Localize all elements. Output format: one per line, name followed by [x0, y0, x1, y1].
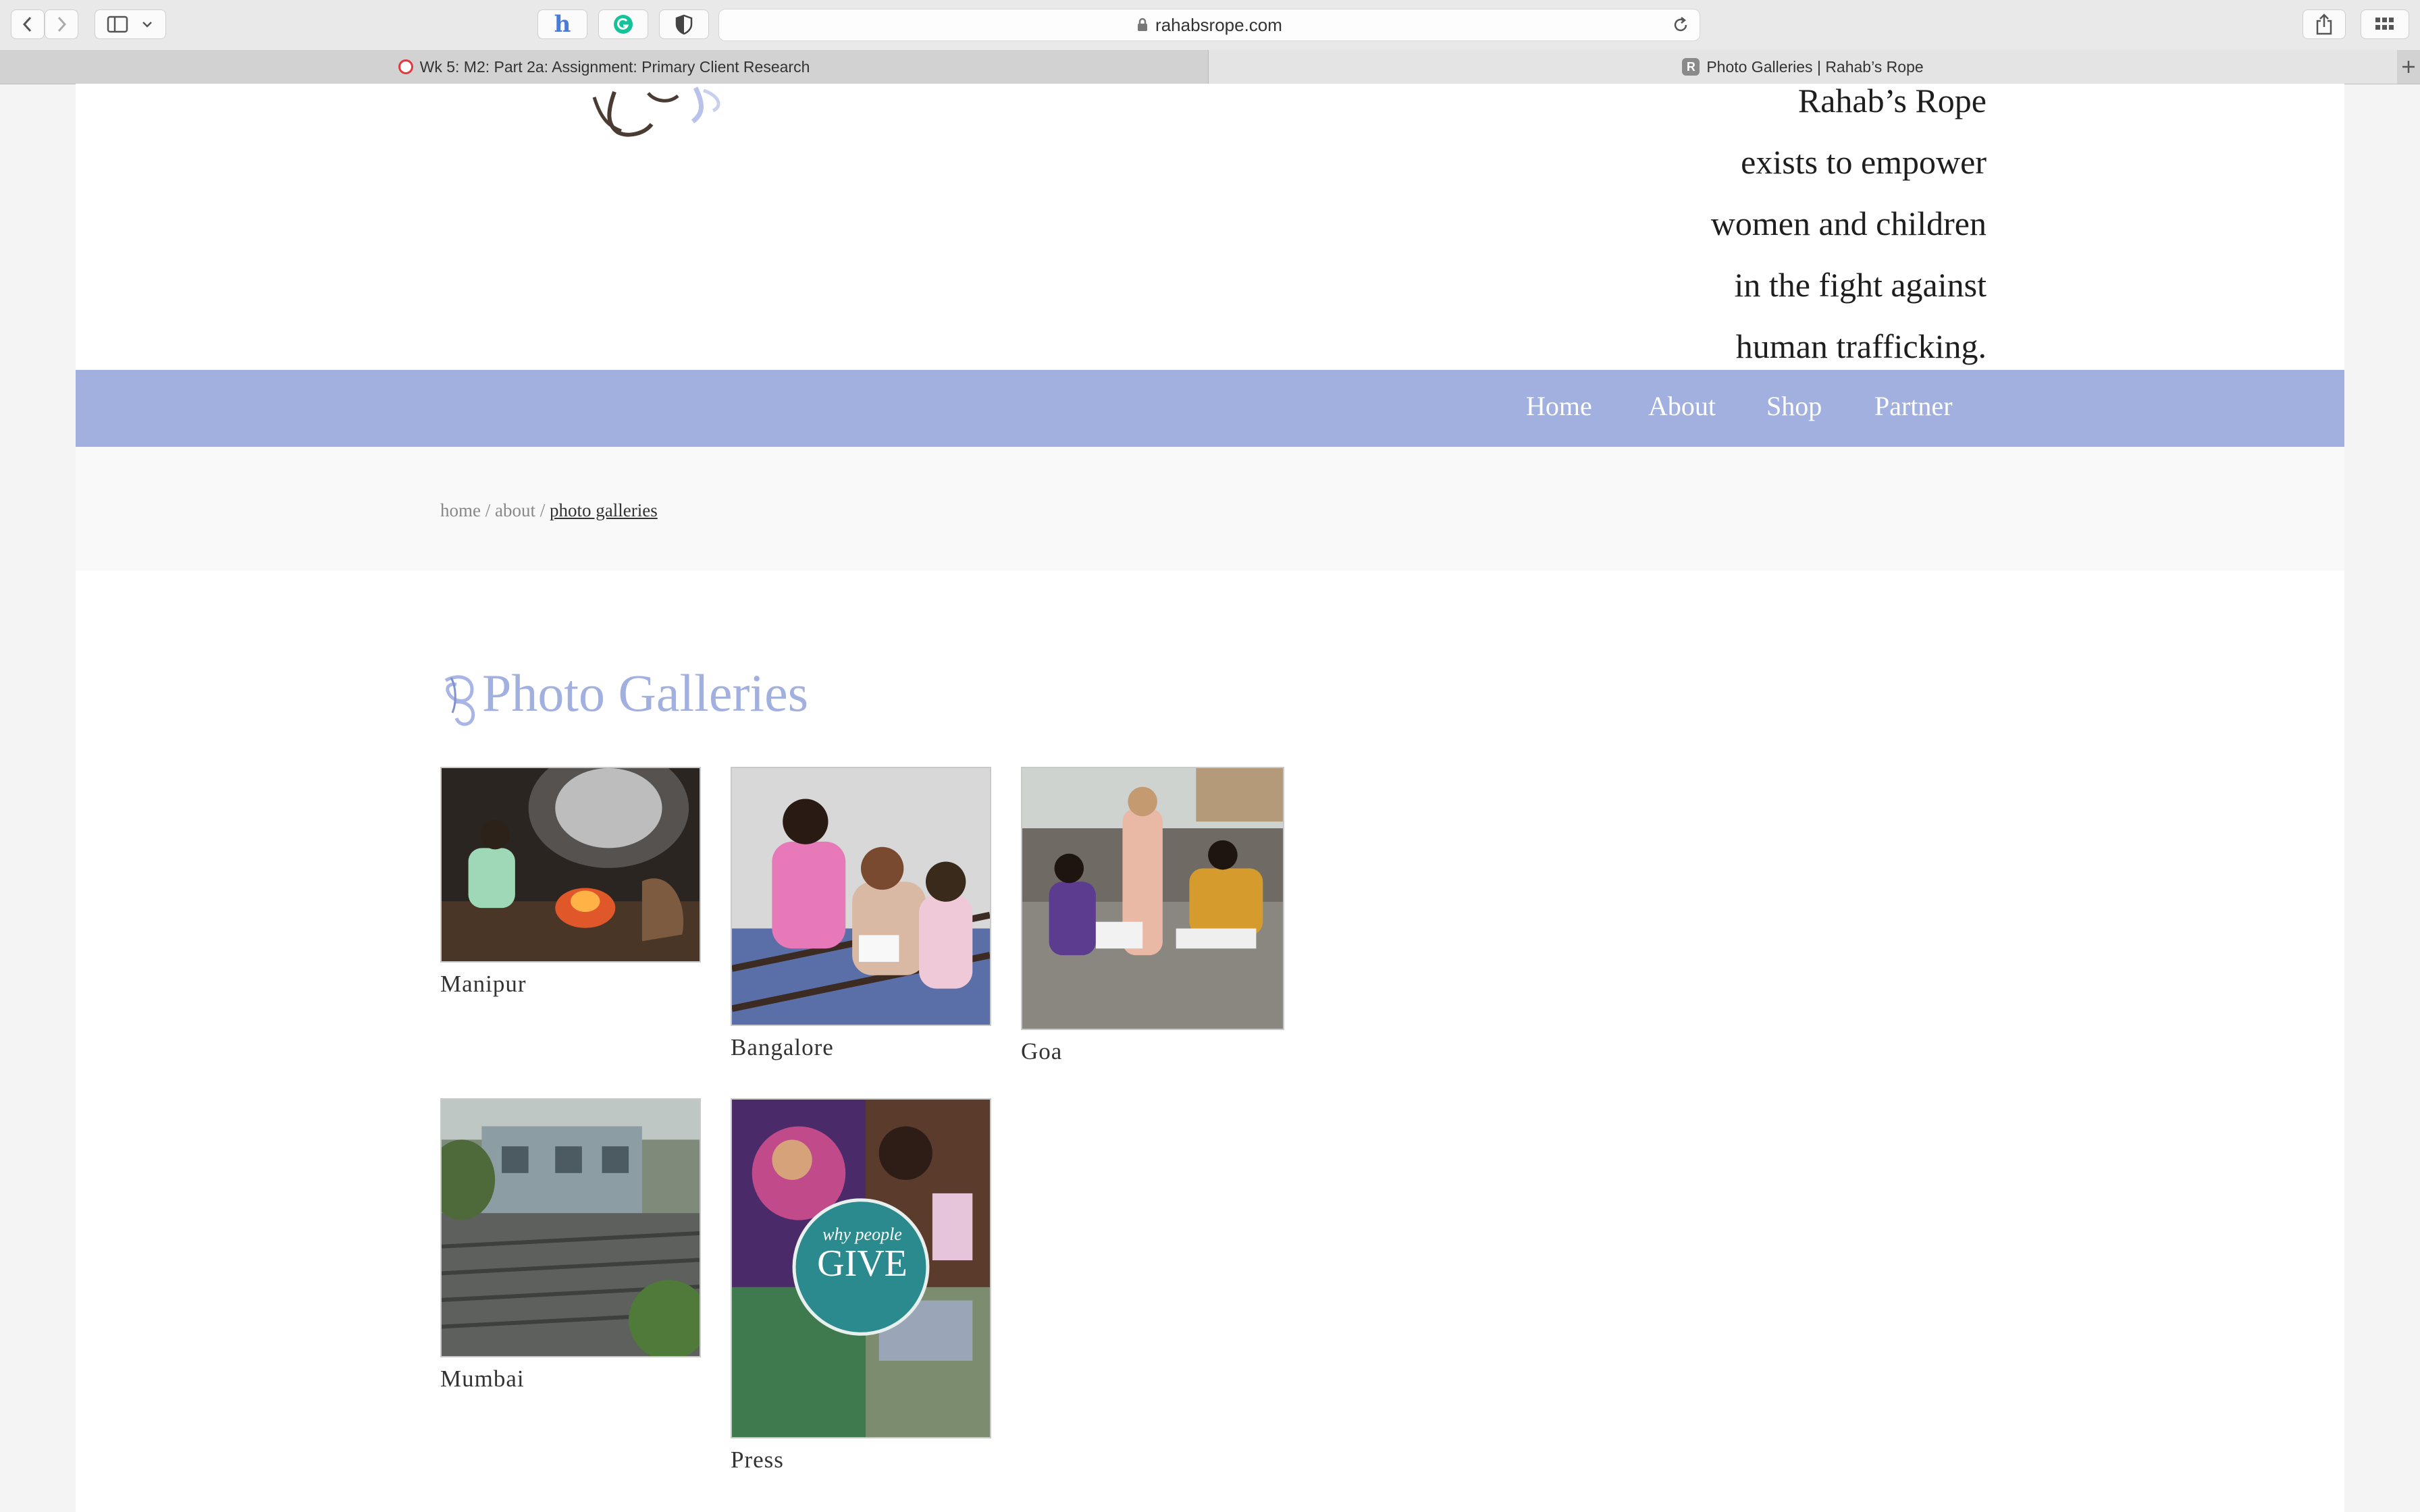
tagline-line: human trafficking.	[1735, 327, 1987, 365]
gallery-item-bangalore[interactable]: Bangalore	[731, 767, 991, 1061]
nav-item-home[interactable]: Home	[1526, 390, 1592, 422]
grid-icon	[2375, 18, 2394, 30]
hypothesis-icon: h	[554, 11, 571, 38]
gallery-label[interactable]: Manipur	[440, 971, 701, 998]
privacy-extension-button[interactable]	[659, 9, 709, 39]
tagline: Rahab’s Rope exists to empower women and…	[1711, 84, 1987, 377]
goa-photo	[1022, 768, 1283, 1029]
breadcrumb-about-link[interactable]: about	[495, 500, 535, 520]
grammarly-icon	[614, 15, 633, 34]
nav-item-partner[interactable]: Partner	[1874, 390, 1953, 422]
chevron-down-icon	[142, 22, 152, 28]
tagline-line: exists to empower	[1741, 143, 1987, 181]
new-tab-button[interactable]	[2397, 50, 2420, 84]
press-cover-large-text: GIVE	[817, 1243, 908, 1285]
rahabs-rope-favicon-icon: R	[1682, 58, 1700, 76]
butterfly-icon	[444, 675, 475, 726]
rahabs-rope-logo[interactable]	[527, 84, 770, 138]
gallery-item-manipur[interactable]: Manipur	[440, 767, 701, 998]
tagline-line: women and children	[1710, 205, 1987, 242]
address-bar[interactable]: rahabsrope.com	[718, 9, 1700, 41]
hypothesis-extension-button[interactable]: h	[537, 9, 587, 39]
sidebar-button[interactable]	[95, 9, 166, 39]
manipur-photo	[442, 768, 700, 961]
chevron-right-icon	[57, 16, 67, 32]
tab-title: Photo Galleries | Rahab’s Rope	[1706, 57, 1924, 76]
tagline-line: Rahab’s Rope	[1797, 84, 1987, 119]
tab-photo-galleries[interactable]: R Photo Galleries | Rahab’s Rope	[1209, 50, 2397, 84]
canvas-icon	[398, 59, 413, 74]
press-cover-title: why people GIVE	[798, 1224, 926, 1282]
share-button[interactable]	[2303, 9, 2346, 39]
nav-item-about[interactable]: About	[1648, 390, 1716, 422]
gallery-item-press[interactable]: Press	[731, 1098, 991, 1474]
sidebar-icon	[107, 16, 128, 33]
gallery-label[interactable]: Goa	[1021, 1038, 1284, 1065]
gallery-thumbnail[interactable]	[731, 767, 991, 1026]
tab-bar: Wk 5: M2: Part 2a: Assignment: Primary C…	[0, 50, 2420, 84]
gallery-label[interactable]: Press	[731, 1447, 991, 1474]
gallery-item-mumbai[interactable]: Mumbai	[440, 1098, 701, 1393]
shield-icon	[675, 14, 693, 35]
gallery-item-goa[interactable]: Goa	[1021, 767, 1284, 1065]
tab-assignment[interactable]: Wk 5: M2: Part 2a: Assignment: Primary C…	[0, 50, 1209, 84]
breadcrumb-separator: /	[540, 500, 546, 520]
gallery-thumbnail[interactable]	[1021, 767, 1284, 1030]
page-title: Photo Galleries	[482, 664, 809, 722]
breadcrumb-separator: /	[485, 500, 491, 520]
press-cover-small-text: why people	[822, 1224, 902, 1244]
tab-title: Wk 5: M2: Part 2a: Assignment: Primary C…	[419, 57, 810, 76]
lock-icon	[1138, 18, 1148, 31]
reload-icon[interactable]	[1671, 16, 1690, 34]
breadcrumb: home / about / photo galleries	[440, 500, 658, 521]
chevron-left-icon	[22, 16, 32, 32]
forward-button[interactable]	[45, 9, 78, 39]
share-icon	[2316, 14, 2332, 35]
bangalore-photo	[732, 768, 990, 1025]
url-text: rahabsrope.com	[1155, 14, 1282, 35]
tab-overview-button[interactable]	[2361, 9, 2409, 39]
gallery-thumbnail[interactable]	[440, 767, 701, 963]
grammarly-extension-button[interactable]	[598, 9, 648, 39]
plus-icon	[2402, 61, 2415, 73]
gallery-thumbnail[interactable]	[440, 1098, 701, 1357]
main-nav: Home About Shop Partner	[76, 370, 2344, 447]
breadcrumb-current-link[interactable]: photo galleries	[550, 500, 658, 520]
nav-item-shop[interactable]: Shop	[1766, 390, 1822, 422]
breadcrumb-band: home / about / photo galleries	[76, 447, 2344, 571]
browser-toolbar: h rahabsrope.com	[0, 0, 2420, 51]
tagline-line: in the fight against	[1734, 266, 1987, 304]
breadcrumb-home-link[interactable]: home	[440, 500, 481, 520]
mumbai-photo	[442, 1100, 700, 1356]
web-page: Rahab’s Rope exists to empower women and…	[76, 84, 2344, 1512]
gallery-label[interactable]: Bangalore	[731, 1034, 991, 1061]
back-button[interactable]	[11, 9, 45, 39]
gallery-label[interactable]: Mumbai	[440, 1366, 701, 1393]
